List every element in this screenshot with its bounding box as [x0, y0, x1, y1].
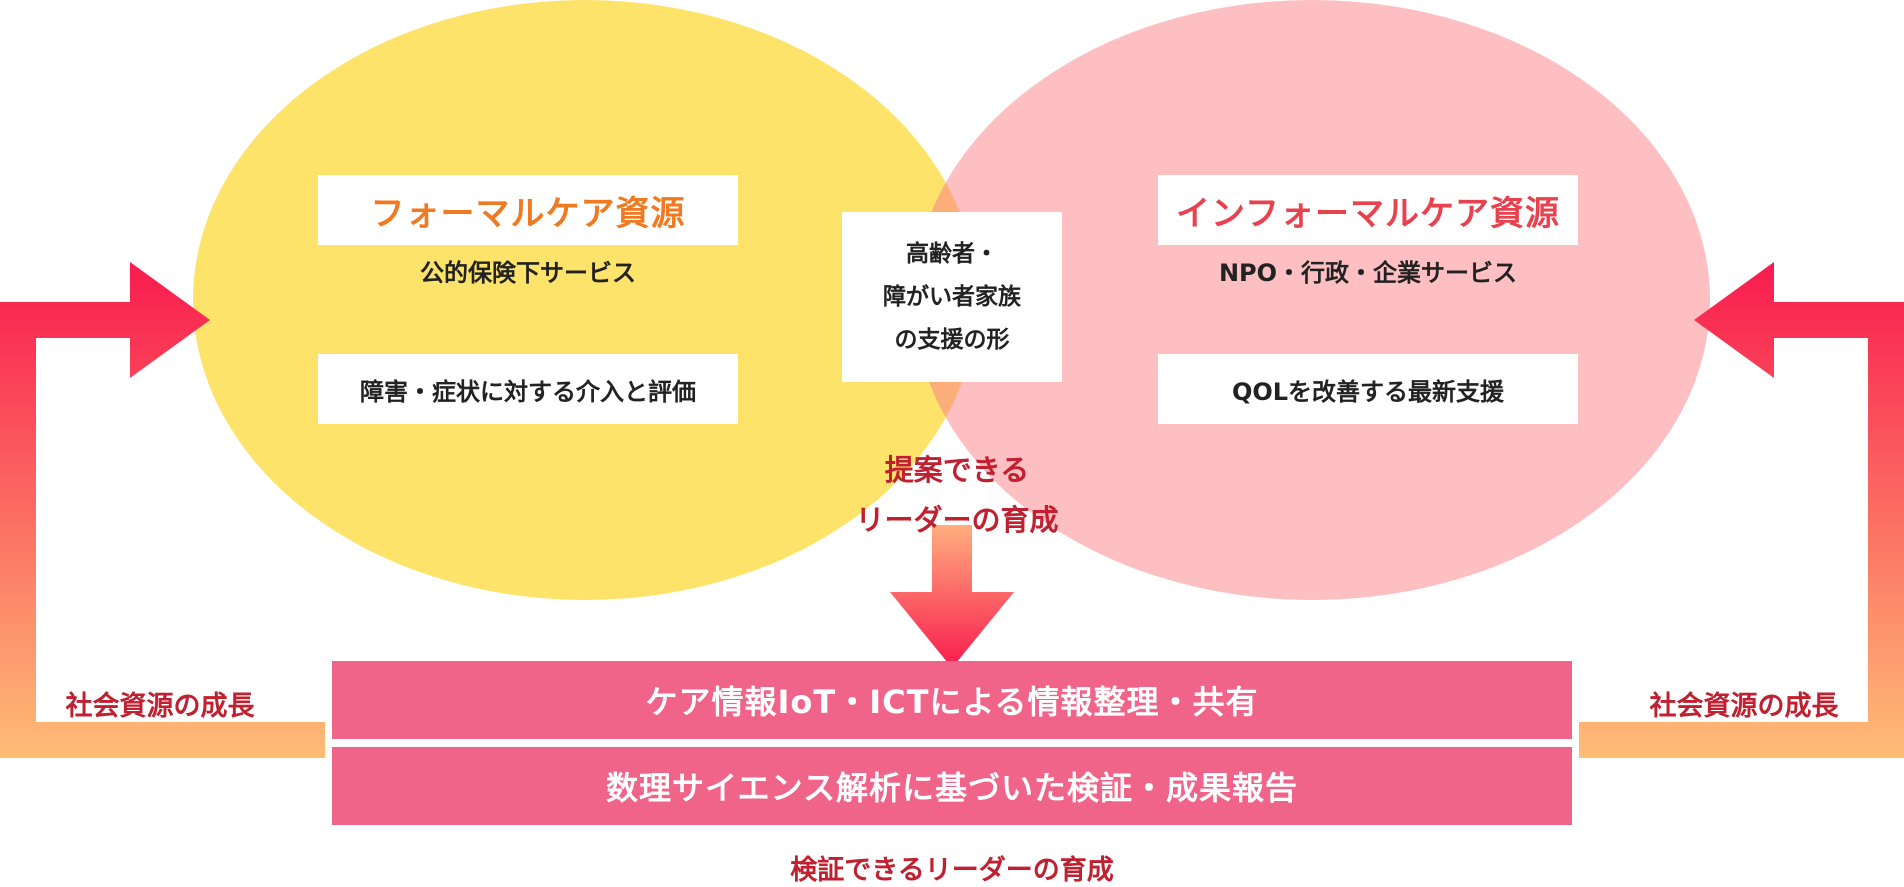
- informal-care-item: QOLを改善する最新支援: [1231, 377, 1505, 406]
- formal-care-title: フォーマルケア資源: [370, 193, 686, 234]
- social-resource-growth-right: 社会資源の成長: [1649, 691, 1839, 722]
- analysis-band: 数理サイエンス解析に基づいた検証・成果報告: [332, 747, 1572, 825]
- ict-info-band: ケア情報IoT・ICTによる情報整理・共有: [332, 661, 1572, 739]
- ict-info-band-label: ケア情報IoT・ICTによる情報整理・共有: [645, 683, 1259, 721]
- formal-care-item: 障害・症状に対する介入と評価: [360, 377, 696, 406]
- center-line-2: 障がい者家族: [883, 283, 1021, 310]
- social-resource-growth-left: 社会資源の成長: [65, 691, 255, 722]
- informal-care-title: インフォーマルケア資源: [1176, 193, 1560, 234]
- informal-care-item-box: QOLを改善する最新支援: [1158, 354, 1578, 424]
- verification-leader-caption: 検証できるリーダーの育成: [790, 855, 1114, 886]
- center-line-3: の支援の形: [894, 326, 1010, 353]
- analysis-band-label: 数理サイエンス解析に基づいた検証・成果報告: [605, 769, 1299, 807]
- proposal-line-2: リーダーの育成: [855, 503, 1059, 537]
- informal-care-subtitle: NPO・行政・企業サービス: [1218, 259, 1518, 287]
- center-line-1: 高齢者・: [906, 240, 998, 267]
- center-support-box: 高齢者・ 障がい者家族 の支援の形: [842, 212, 1062, 382]
- proposal-line-1: 提案できる: [884, 453, 1030, 487]
- proposal-leader-label: 提案できる リーダーの育成: [832, 445, 1082, 545]
- formal-care-subtitle: 公的保険下サービス: [420, 259, 636, 287]
- formal-care-item-box: 障害・症状に対する介入と評価: [318, 354, 738, 424]
- formal-care-title-box: フォーマルケア資源: [318, 175, 738, 245]
- informal-care-title-box: インフォーマルケア資源: [1158, 175, 1578, 245]
- down-arrow: [890, 525, 1014, 668]
